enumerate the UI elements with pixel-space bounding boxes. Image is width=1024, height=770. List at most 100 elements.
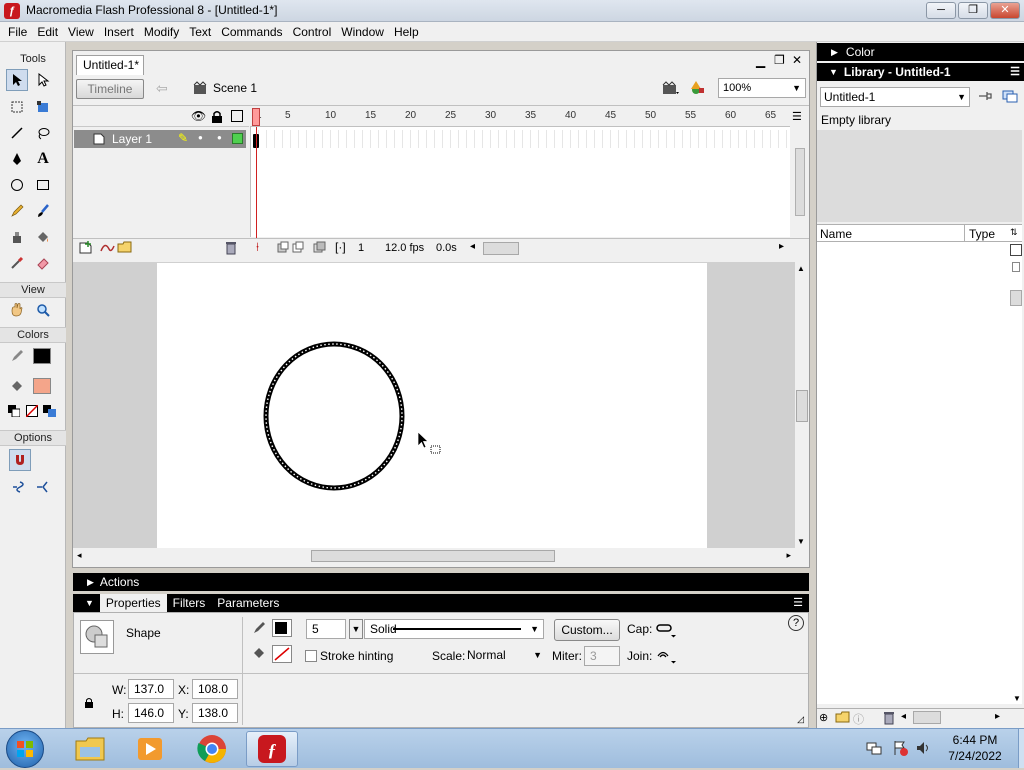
stage[interactable]	[157, 263, 707, 548]
edit-symbols-icon[interactable]	[690, 80, 708, 99]
tab-properties[interactable]: Properties	[99, 594, 167, 612]
outline-icon[interactable]	[231, 110, 243, 122]
close-window-button[interactable]: ✕	[990, 2, 1020, 19]
menu-control[interactable]: Control	[288, 22, 337, 42]
minimize-button[interactable]: ─	[926, 2, 956, 19]
scroll-left-arrow-icon[interactable]: ◂	[470, 241, 475, 252]
onion-skin-icon[interactable]	[277, 241, 307, 257]
no-color-icon[interactable]	[24, 400, 40, 422]
text-tool-icon[interactable]: A	[32, 148, 54, 170]
tab-filters[interactable]: Filters	[167, 594, 212, 612]
layer-row[interactable]: Layer 1 ✎ ● ●	[74, 130, 246, 148]
lock-icon[interactable]	[211, 110, 223, 126]
wide-view-icon[interactable]	[1010, 244, 1022, 256]
properties-icon[interactable]: ⓘ	[853, 711, 864, 727]
library-hscroll-thumb[interactable]	[913, 711, 941, 724]
pen-tool-icon[interactable]	[6, 148, 28, 170]
scroll-right-arrow-icon[interactable]: ▸	[779, 241, 784, 252]
line-tool-icon[interactable]	[6, 122, 28, 144]
custom-button[interactable]: Custom...	[554, 619, 620, 641]
subselection-tool-icon[interactable]	[32, 69, 54, 91]
add-motion-guide-icon[interactable]	[99, 241, 115, 257]
menu-insert[interactable]: Insert	[99, 22, 139, 42]
paint-bucket-tool-icon[interactable]	[32, 226, 54, 248]
ink-bottle-tool-icon[interactable]	[6, 226, 28, 248]
zoom-tool-icon[interactable]	[32, 299, 54, 321]
menu-help[interactable]: Help	[389, 22, 424, 42]
layer-lock-dot-icon[interactable]: ●	[217, 133, 222, 142]
brush-tool-icon[interactable]	[32, 200, 54, 222]
library-panel-header[interactable]: ▼ Library - Untitled-1 ☰	[817, 63, 1024, 81]
playhead[interactable]	[252, 108, 260, 126]
stroke-color-swatch[interactable]	[33, 348, 51, 364]
width-input[interactable]: 137.0	[128, 679, 174, 699]
color-panel-header[interactable]: ▶ Color	[817, 43, 1024, 61]
scene-label[interactable]: Scene 1	[213, 81, 257, 95]
doc-close-icon[interactable]: ✕	[792, 53, 802, 67]
timeline-hscroll-thumb[interactable]	[483, 242, 519, 255]
flash-taskbar-icon[interactable]: ƒ	[246, 731, 298, 767]
center-frame-icon[interactable]: ⍿	[256, 240, 259, 255]
free-transform-tool-icon[interactable]	[6, 96, 28, 118]
new-symbol-icon[interactable]: ⊕	[819, 711, 828, 724]
zoom-select[interactable]: 100% ▼	[718, 78, 806, 98]
resize-grip-icon[interactable]: ◿	[797, 714, 804, 725]
frame-row[interactable]	[251, 130, 790, 148]
timeline-vscrollbar[interactable]	[794, 130, 806, 238]
edit-scene-icon[interactable]	[662, 80, 680, 99]
stage-vscrollbar[interactable]: ▲ ▼	[795, 262, 809, 548]
timeline-toggle-button[interactable]: Timeline	[76, 79, 144, 99]
scale-select[interactable]: Normal ▼	[462, 646, 544, 666]
menu-modify[interactable]: Modify	[139, 22, 184, 42]
swap-colors-icon[interactable]	[42, 400, 58, 422]
oval-tool-icon[interactable]	[6, 174, 28, 196]
chrome-icon[interactable]	[186, 731, 238, 767]
black-white-icon[interactable]	[6, 400, 22, 422]
media-player-icon[interactable]	[124, 731, 176, 767]
layer-name[interactable]: Layer 1	[112, 132, 152, 146]
eyedropper-tool-icon[interactable]	[6, 252, 28, 274]
library-scrollbar-thumb[interactable]	[1010, 290, 1022, 306]
new-library-panel-icon[interactable]	[1002, 89, 1018, 106]
doc-restore-icon[interactable]: ❐	[774, 53, 785, 67]
menu-file[interactable]: File	[3, 22, 32, 42]
new-folder-icon[interactable]	[835, 710, 851, 727]
rectangle-tool-icon[interactable]	[32, 174, 54, 196]
document-tab[interactable]: Untitled-1*	[76, 55, 144, 75]
fill-color-none-button[interactable]	[272, 645, 292, 663]
layer-visible-dot-icon[interactable]: ●	[198, 133, 203, 142]
hand-tool-icon[interactable]	[6, 299, 28, 321]
column-type[interactable]: Type	[969, 227, 995, 241]
library-scroll-left-icon[interactable]: ◂	[901, 711, 906, 722]
insert-layer-icon[interactable]	[79, 241, 93, 257]
file-explorer-icon[interactable]	[64, 731, 116, 767]
column-name[interactable]: Name	[820, 227, 852, 241]
selection-tool-icon[interactable]	[6, 69, 28, 91]
start-button[interactable]	[6, 730, 44, 768]
delete-icon[interactable]	[883, 711, 895, 728]
menu-window[interactable]: Window	[336, 22, 389, 42]
stroke-hinting-checkbox[interactable]	[305, 650, 317, 662]
pin-library-icon[interactable]	[977, 89, 993, 106]
actions-panel-header[interactable]: ▶ Actions	[73, 573, 809, 591]
doc-minimize-icon[interactable]: ▁	[756, 54, 765, 68]
back-arrow-icon[interactable]: ⇦	[156, 80, 168, 97]
panel-menu-icon[interactable]: ☰	[793, 596, 803, 609]
y-input[interactable]: 138.0	[192, 703, 238, 723]
stroke-color-button[interactable]	[272, 619, 292, 637]
stroke-height-dropdown-icon[interactable]: ▼	[349, 619, 363, 639]
collapse-arrow-icon[interactable]: ▼	[85, 598, 94, 608]
straighten-icon[interactable]	[33, 476, 55, 498]
menu-text[interactable]: Text	[184, 22, 216, 42]
lock-proportions-icon[interactable]	[84, 697, 94, 711]
sort-icon[interactable]: ⇅	[1010, 227, 1018, 238]
menu-edit[interactable]: Edit	[32, 22, 63, 42]
eraser-tool-icon[interactable]	[32, 252, 54, 274]
fill-transform-tool-icon[interactable]	[32, 96, 54, 118]
maximize-button[interactable]: ❐	[958, 2, 988, 19]
pencil-tool-icon[interactable]	[6, 200, 28, 222]
join-select-icon[interactable]	[656, 648, 678, 667]
narrow-view-icon[interactable]	[1012, 262, 1020, 272]
flash-app-icon[interactable]: ƒ	[4, 3, 20, 19]
lasso-tool-icon[interactable]	[32, 122, 54, 144]
